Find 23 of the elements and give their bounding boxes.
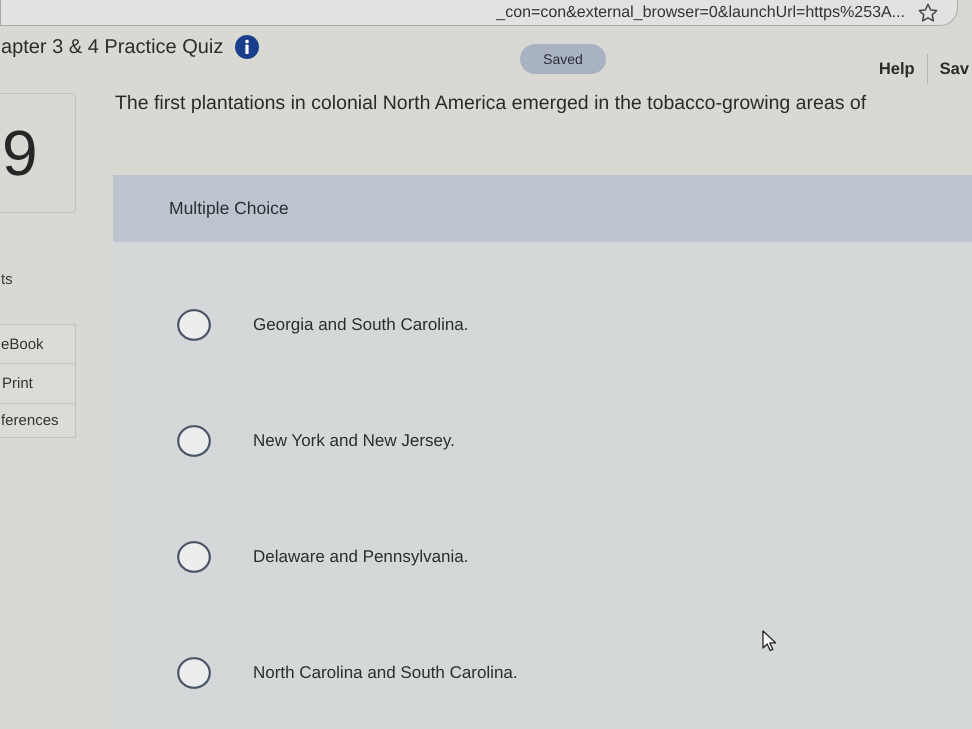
option-label[interactable]: Georgia and South Carolina. [253, 315, 468, 335]
question-number: 9 [0, 93, 76, 213]
star-icon[interactable] [917, 2, 939, 24]
option-label[interactable]: North Carolina and South Carolina. [253, 663, 518, 683]
header-link[interactable]: Help [878, 60, 915, 78]
address-bar[interactable]: _con=con&external_browser=0&launchUrl=https%253A... [0, 0, 958, 26]
sidebar-button[interactable]: ferences [0, 404, 76, 438]
sidebar-button[interactable]: Print [0, 364, 76, 404]
saved-status: Saved [520, 44, 606, 74]
info-icon[interactable] [235, 35, 260, 59]
radio-button[interactable] [177, 425, 211, 457]
radio-button[interactable] [177, 657, 211, 689]
quiz-title: apter 3 & 4 Practice Quiz [1, 36, 224, 58]
option-label[interactable]: Delaware and Pennsylvania. [253, 547, 468, 567]
question-text: The first plantations in colonial North America emerged in the tobacco-growing areas of [115, 91, 868, 116]
header-link[interactable]: Sav [940, 60, 969, 78]
option-label[interactable]: New York and New Jersey. [253, 431, 455, 451]
radio-button[interactable] [177, 309, 211, 341]
question-type-header: Multiple Choice [113, 175, 972, 242]
sidebar-button[interactable]: eBook [0, 324, 76, 364]
points-label: ts [0, 271, 14, 288]
mouse-pointer-icon [762, 630, 776, 652]
radio-button[interactable] [177, 541, 211, 573]
